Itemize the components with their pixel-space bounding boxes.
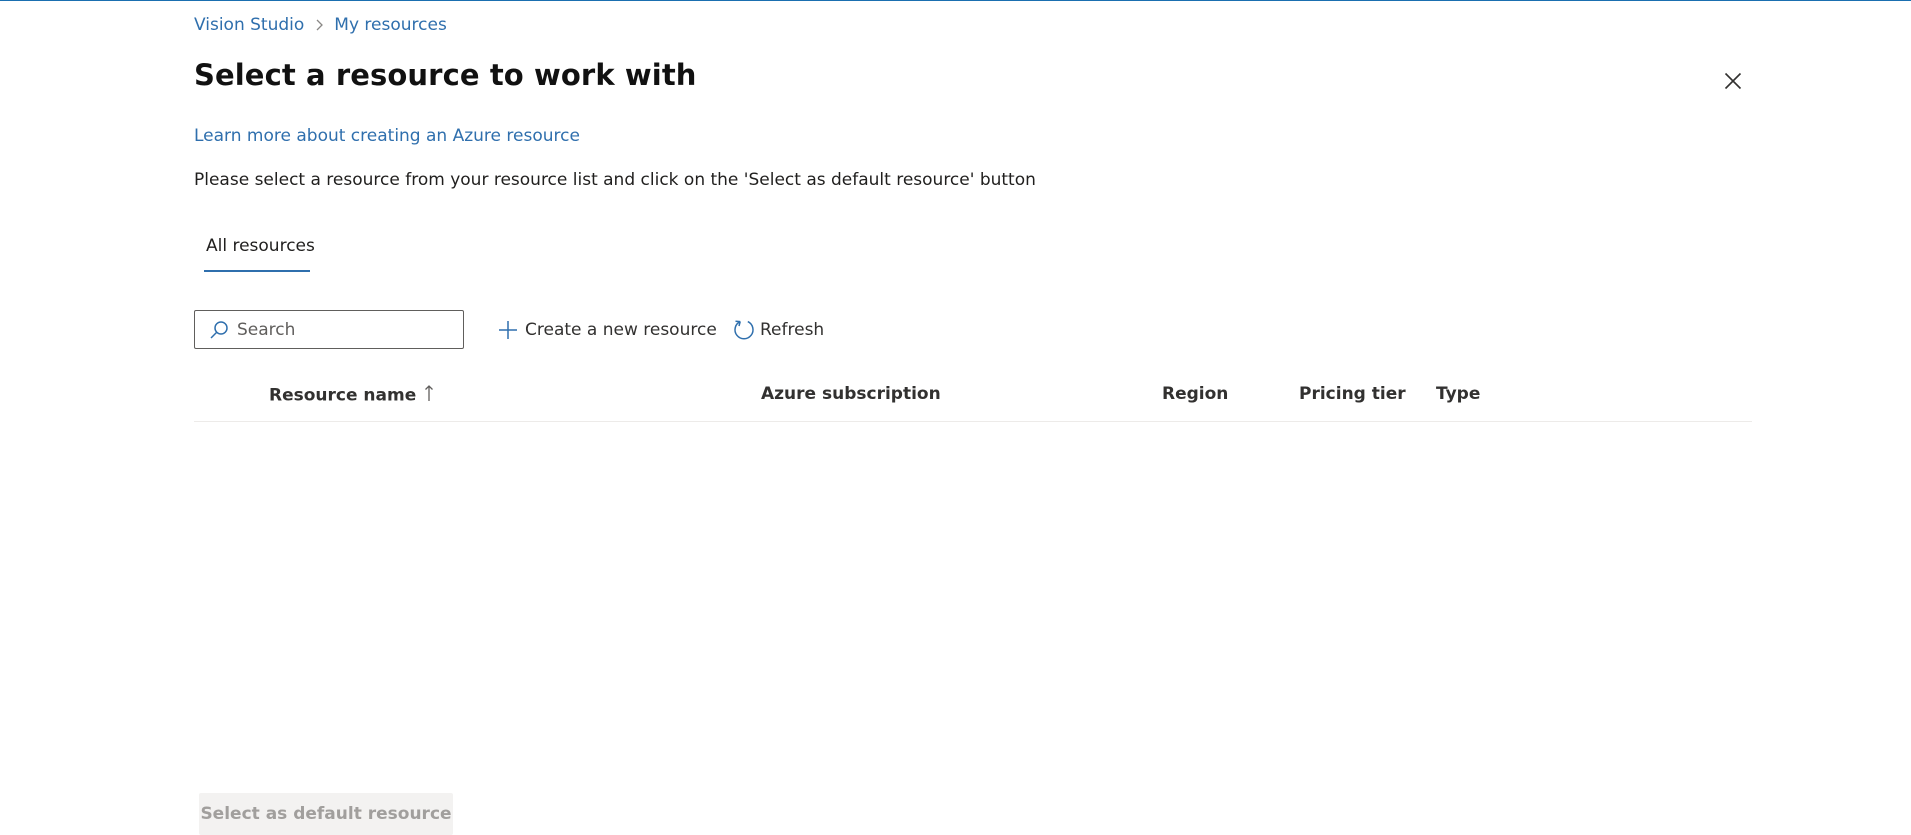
tab-selected-indicator bbox=[204, 270, 310, 272]
search-icon bbox=[195, 320, 237, 340]
breadcrumb-my-resources[interactable]: My resources bbox=[334, 15, 447, 35]
refresh-label: Refresh bbox=[760, 320, 825, 340]
resource-table-header: Resource name Azure subscription Region … bbox=[194, 376, 1752, 422]
plus-icon bbox=[497, 319, 525, 341]
column-header-type[interactable]: Type bbox=[1436, 384, 1480, 404]
column-header-pricing-tier[interactable]: Pricing tier bbox=[1299, 384, 1406, 404]
close-button[interactable] bbox=[1720, 68, 1746, 94]
refresh-button[interactable]: Refresh bbox=[732, 314, 824, 346]
chevron-right-icon bbox=[304, 15, 334, 35]
column-header-azure-subscription[interactable]: Azure subscription bbox=[761, 384, 941, 404]
page-title: Select a resource to work with bbox=[194, 58, 697, 92]
search-input[interactable] bbox=[237, 319, 457, 340]
arrow-up-icon bbox=[424, 384, 434, 407]
refresh-icon bbox=[732, 318, 760, 342]
breadcrumb: Vision Studio My resources bbox=[194, 15, 447, 35]
column-header-region[interactable]: Region bbox=[1162, 384, 1228, 404]
breadcrumb-vision-studio[interactable]: Vision Studio bbox=[194, 15, 304, 35]
create-resource-label: Create a new resource bbox=[525, 320, 717, 340]
column-header-resource-name[interactable]: Resource name bbox=[269, 384, 434, 407]
create-resource-button[interactable]: Create a new resource bbox=[497, 314, 717, 346]
resource-table-body bbox=[194, 422, 1752, 762]
search-box[interactable] bbox=[194, 310, 464, 349]
select-default-resource-button[interactable]: Select as default resource bbox=[199, 793, 453, 835]
tab-all-resources[interactable]: All resources bbox=[204, 236, 317, 256]
column-resource-name-label: Resource name bbox=[269, 385, 417, 406]
instructions-text: Please select a resource from your resou… bbox=[194, 170, 1036, 190]
resource-selection-panel: Vision Studio My resources Select a reso… bbox=[194, 0, 1752, 835]
learn-more-link[interactable]: Learn more about creating an Azure resou… bbox=[194, 126, 580, 146]
close-icon bbox=[1724, 72, 1742, 90]
